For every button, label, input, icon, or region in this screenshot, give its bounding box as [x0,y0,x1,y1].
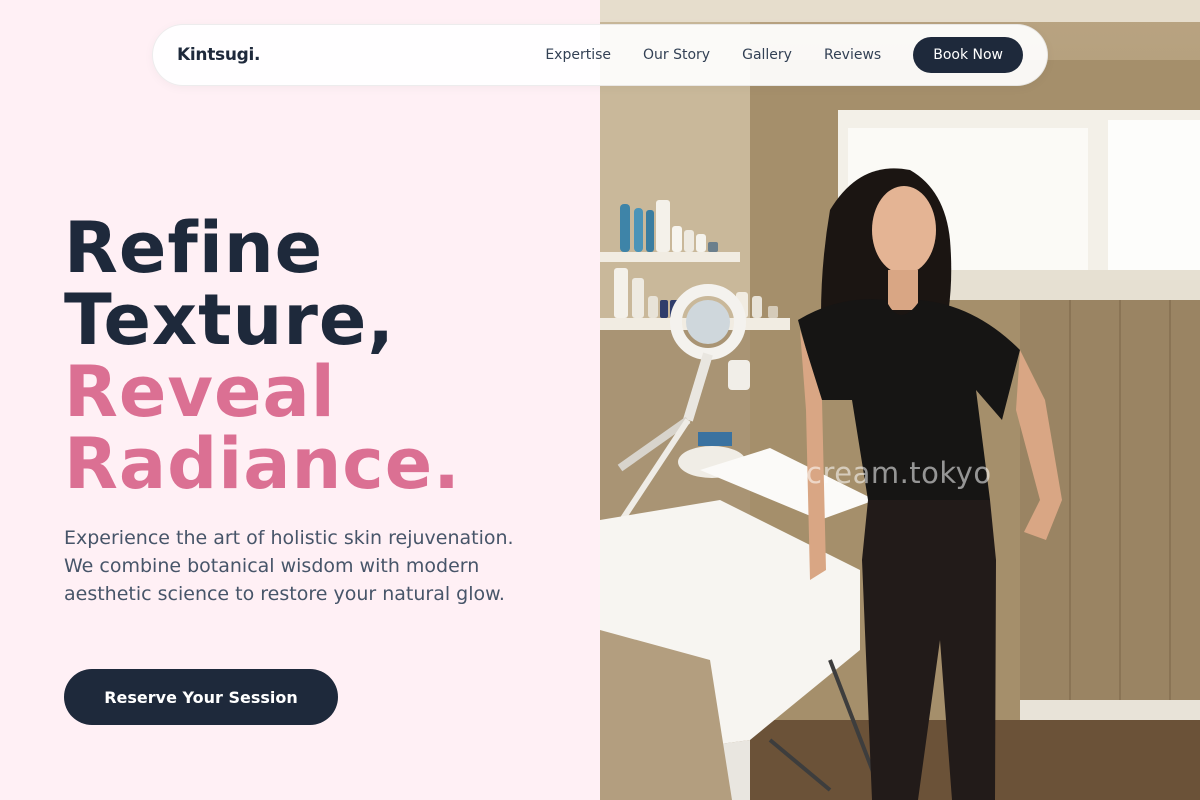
nav-links: Expertise Our Story Gallery Reviews Book… [545,37,1023,73]
headline-line-3: Reveal [64,351,336,433]
spa-treatment-room-illustration [600,0,1200,800]
headline-line-4: Radiance. [64,423,461,505]
headline-line-1: Refine [64,207,324,289]
hero-headline: Refine Texture, Reveal Radiance. [64,212,461,500]
brand-logo[interactable]: Kintsugi. [177,45,261,65]
nav-link-our-story[interactable]: Our Story [643,47,710,63]
hero-photo [600,0,1200,800]
reserve-session-button[interactable]: Reserve Your Session [64,669,338,725]
hero-description: Experience the art of holistic skin reju… [64,527,514,605]
headline-line-2: Texture, [64,279,395,361]
nav-link-expertise[interactable]: Expertise [545,47,611,63]
photo-watermark: cream.tokyo [806,456,992,490]
nav-link-reviews[interactable]: Reviews [824,47,881,63]
top-navbar: Kintsugi. Expertise Our Story Gallery Re… [152,24,1048,86]
nav-link-gallery[interactable]: Gallery [742,47,792,63]
book-now-button[interactable]: Book Now [913,37,1023,73]
